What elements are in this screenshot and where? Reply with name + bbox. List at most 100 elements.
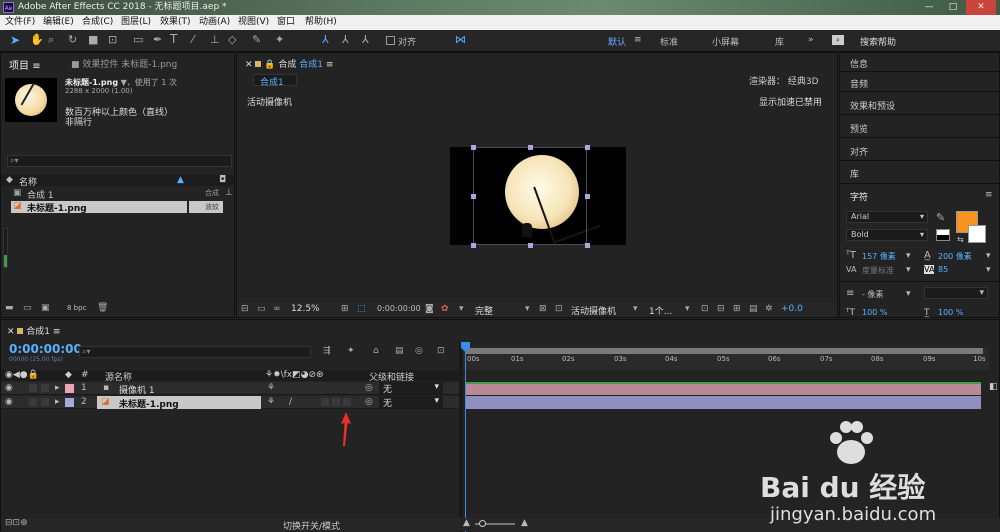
current-time-display[interactable]: 0:00:00:00 — [377, 304, 421, 313]
pick-whip-icon[interactable]: ◎ — [365, 383, 373, 393]
eyedropper-icon[interactable]: ✎ — [936, 211, 945, 224]
stroke-type-dropdown[interactable]: ▾ — [924, 287, 988, 299]
pick-whip-icon[interactable]: ◎ — [365, 397, 373, 407]
region-of-interest-icon[interactable]: ⬚ — [357, 304, 366, 314]
local-axis-icon[interactable]: ⅄ — [322, 33, 329, 46]
layer-row[interactable]: ◉ ▸ 2 ◪ 未标题-1.png ⚘ / ◎ 无 ▾ — [1, 396, 459, 410]
menu-file[interactable]: 文件(F) — [5, 15, 35, 30]
label-column-icon[interactable]: ◆ — [65, 370, 72, 380]
quality-dropdown-icon[interactable]: ▾ — [525, 304, 530, 314]
view-axis-icon[interactable]: ⅄ — [362, 33, 369, 46]
motion-blur-switch[interactable] — [332, 398, 340, 406]
frame-blend-switch[interactable] — [321, 398, 329, 406]
layer-bounding-box[interactable] — [473, 147, 587, 245]
toggle-switches-modes-button[interactable]: 切换开关/模式 — [283, 519, 340, 532]
preview-panel-tab[interactable]: 预览 — [850, 122, 868, 135]
channel-dropdown-icon[interactable]: ▾ — [459, 304, 464, 314]
label-color-swatch[interactable] — [65, 384, 74, 393]
reset-exposure-icon[interactable]: ✲ — [765, 304, 773, 314]
draft-3d-icon[interactable]: ▤ — [749, 304, 758, 314]
zoom-slider-knob[interactable] — [479, 520, 486, 527]
parent-dropdown[interactable]: 无 ▾ — [379, 382, 443, 395]
zoom-dropdown[interactable]: 12.5% — [291, 304, 320, 314]
close-icon[interactable]: ✕ — [966, 0, 996, 15]
graph-editor-icon[interactable]: ⊡ — [437, 346, 445, 356]
workspace-more-icon[interactable]: » — [808, 35, 814, 45]
vr-icon[interactable]: ∞ — [273, 304, 281, 314]
project-item-comp[interactable]: ▣ 合成 1 合成 ⊥ — [1, 188, 234, 201]
search-help-input[interactable]: 搜索帮助 — [860, 35, 896, 48]
layer-duration-bar[interactable] — [465, 382, 981, 395]
fast-preview-icon[interactable]: ⊡ — [555, 304, 563, 314]
effects-tab[interactable]: ■ 效果控件 未标题-1.png — [71, 57, 177, 70]
toggle-pixel-icon[interactable]: ⊡ — [701, 304, 709, 314]
shy-switch-icon[interactable]: ⚘ — [267, 383, 275, 393]
view-dropdown[interactable]: 活动摄像机 — [571, 304, 616, 317]
menu-layer[interactable]: 图层(L) — [121, 15, 151, 30]
parent-dropdown[interactable]: 无 ▾ — [379, 396, 443, 409]
label-color-swatch[interactable] — [65, 398, 74, 407]
pan-behind-tool-icon[interactable]: ⊡ — [108, 33, 117, 46]
menu-help[interactable]: 帮助(H) — [305, 15, 337, 30]
zoom-tool-icon[interactable]: ⌕ — [48, 33, 54, 47]
3d-layer-switch[interactable] — [343, 398, 351, 406]
transform-handle[interactable] — [528, 145, 533, 150]
bpc-button[interactable]: 8 bpc — [67, 304, 86, 312]
swap-colors-icon[interactable]: ⇆ — [957, 235, 964, 244]
zoom-in-icon[interactable]: ▲ — [521, 518, 528, 528]
color-channel-icon[interactable]: ✿ — [441, 304, 449, 314]
eraser-tool-icon[interactable]: ◇ — [228, 33, 236, 46]
frame-blending-icon[interactable]: ▤ — [395, 346, 404, 356]
motion-blur-icon[interactable]: ◎ — [415, 346, 423, 356]
workspace-small-screen[interactable]: 小屏幕 — [712, 35, 739, 48]
transform-handle[interactable] — [471, 145, 476, 150]
minimize-icon[interactable]: — — [918, 0, 940, 15]
hide-shy-layers-icon[interactable]: ⌂ — [373, 346, 379, 356]
exposure-value[interactable]: +0.0 — [781, 304, 803, 314]
font-family-dropdown[interactable]: Arial ▾ — [846, 211, 928, 223]
menu-composition[interactable]: 合成(C) — [82, 15, 113, 30]
timeline-tab[interactable]: ✕ 合成1 ≡ — [7, 324, 60, 337]
panel-menu-icon[interactable]: ≡ — [985, 190, 993, 200]
rotate-tool-icon[interactable]: ↻ — [68, 33, 77, 46]
lock-checkbox[interactable] — [41, 384, 49, 392]
selection-tool-icon[interactable]: ➤ — [10, 33, 20, 47]
stroke-width-value[interactable]: - 像素 — [862, 289, 883, 300]
quality-switch-icon[interactable]: / — [289, 397, 292, 407]
layer-switches-icon[interactable]: ⚘✸\fx◩◕⊘⊛ — [265, 370, 324, 380]
font-style-dropdown[interactable]: Bold ▾ — [846, 229, 928, 241]
layer-duration-bar[interactable] — [465, 396, 981, 409]
transform-handle[interactable] — [471, 194, 476, 199]
comp-subtab[interactable]: 合成1 — [253, 74, 297, 88]
lock-checkbox[interactable] — [41, 398, 49, 406]
horizontal-scale-value[interactable]: 100 % — [938, 308, 963, 317]
panel-menu-icon[interactable]: ≡ — [32, 61, 40, 72]
menu-effect[interactable]: 效果(T) — [160, 15, 191, 30]
menu-animation[interactable]: 动画(A) — [199, 15, 230, 30]
panel-menu-icon[interactable]: ≡ — [53, 327, 61, 337]
expand-switches-icon[interactable]: ⊟⊡⊕ — [5, 518, 28, 528]
zoom-out-icon[interactable]: ▲ — [463, 518, 470, 528]
leading-value[interactable]: 200 像素 — [938, 251, 972, 262]
views-layout-dropdown[interactable]: 1个... — [649, 304, 672, 317]
snap-options-icon[interactable]: ⋈ — [455, 33, 466, 46]
lock-icon[interactable]: 🔒 — [264, 60, 275, 70]
transform-handle[interactable] — [585, 194, 590, 199]
visibility-icon[interactable]: ◉ — [5, 397, 13, 407]
solo-checkbox[interactable] — [29, 398, 37, 406]
world-axis-icon[interactable]: ⅄ — [342, 33, 349, 46]
quality-dropdown[interactable]: 完整 — [475, 304, 493, 317]
work-area-bar[interactable] — [465, 348, 983, 354]
project-item-png[interactable]: ◪ 未标题-1.png 波紋 — [1, 201, 234, 214]
trash-icon[interactable]: 🗑 — [97, 303, 108, 313]
monitor-icon[interactable]: ▭ — [257, 304, 266, 314]
menu-window[interactable]: 窗口 — [277, 15, 295, 30]
camera-tool-icon[interactable]: ■ — [88, 33, 98, 46]
character-panel-title[interactable]: 字符 — [850, 190, 868, 203]
audio-panel-tab[interactable]: 音频 — [850, 77, 868, 90]
view-dropdown-icon[interactable]: ▾ — [633, 304, 638, 314]
transform-handle[interactable] — [585, 145, 590, 150]
clone-stamp-tool-icon[interactable]: ⊥ — [210, 33, 220, 46]
layer-name[interactable]: 摄像机 1 — [119, 383, 155, 396]
layer-name[interactable]: 未标题-1.png — [119, 397, 179, 410]
